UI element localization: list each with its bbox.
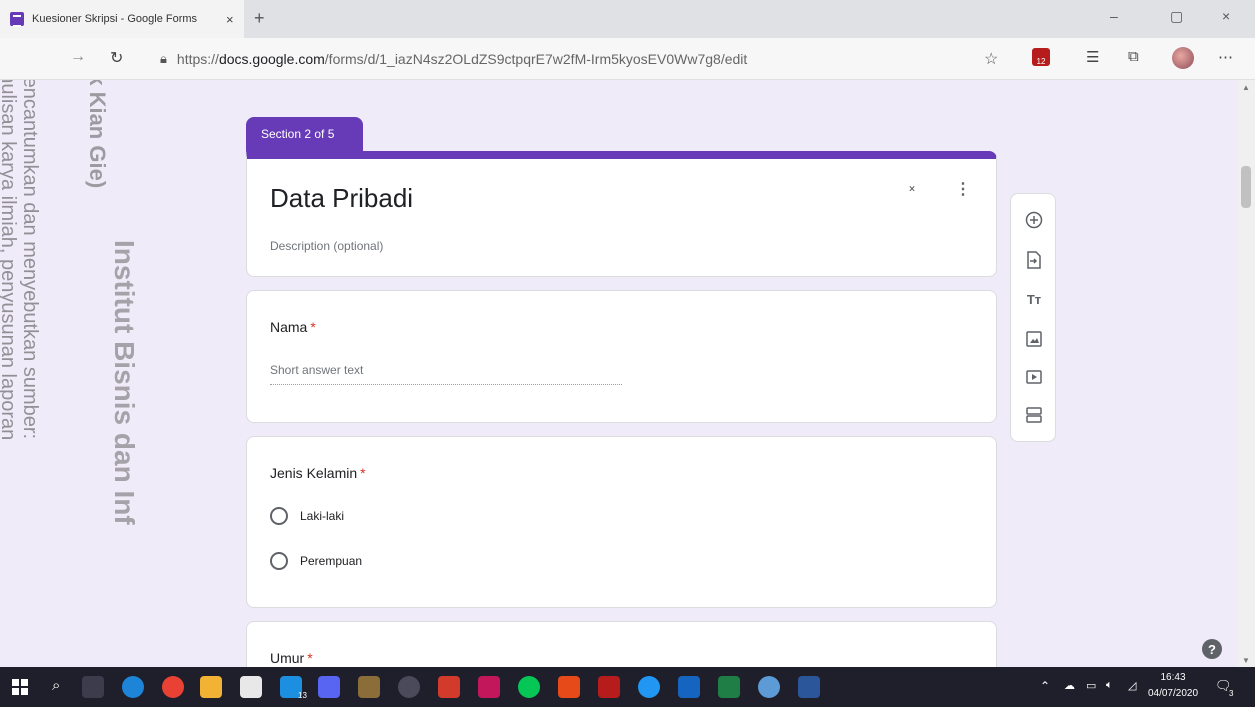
section-description[interactable]: Description (optional) [270, 239, 383, 253]
question-card-nama[interactable]: Nama * Short answer text [246, 290, 997, 423]
form-side-toolbar: Tт [1010, 193, 1056, 442]
question-card-jenis-kelamin[interactable]: Jenis Kelamin * Laki-laki Perempuan [246, 436, 997, 608]
url-text: https://docs.google.com/forms/d/1_iazN4s… [176, 51, 748, 67]
word-icon[interactable] [798, 676, 820, 698]
onedrive-icon[interactable]: ☁ [1064, 679, 1075, 692]
lock-icon: 🔒︎ [160, 51, 167, 66]
watermark-text: wik Kian Gie) [85, 80, 110, 189]
question-title: Jenis Kelamin * [270, 465, 366, 481]
question-title: Nama * [270, 319, 316, 335]
section-header-card[interactable]: Data Pribadi Description (optional) ⌄ ⌃ ⋮ [246, 151, 997, 277]
chrome-icon[interactable] [162, 676, 184, 698]
add-section-icon[interactable] [1022, 403, 1046, 427]
watermark-text: Institut Bisnis dan Inf [109, 240, 140, 525]
radio-button-icon[interactable] [270, 552, 288, 570]
google-forms-icon [10, 12, 24, 27]
watermark-text: mencantumkan dan menyebutkan sumber: [19, 80, 41, 440]
scroll-down-icon[interactable]: ▼ [1242, 656, 1250, 665]
favorite-star-icon[interactable]: ☆ [984, 49, 998, 69]
clock-time[interactable]: 16:43 [1150, 672, 1196, 683]
mail-badge: 13 [298, 691, 307, 700]
add-title-icon[interactable]: Tт [1022, 287, 1046, 311]
app-icon[interactable] [598, 676, 620, 698]
battery-icon[interactable]: ▭ [1086, 679, 1096, 692]
profile-avatar[interactable] [1172, 47, 1194, 69]
search-icon[interactable]: ⌕ [52, 677, 60, 694]
watermark: penulisan karya ilmiah, penyusunan lapor… [0, 80, 240, 667]
section-title[interactable]: Data Pribadi [270, 183, 413, 214]
scroll-up-icon[interactable]: ▲ [1242, 83, 1250, 92]
option-laki-laki[interactable]: Laki-laki [270, 507, 344, 525]
clock-date[interactable]: 04/07/2020 [1146, 688, 1200, 699]
minimize-button[interactable]: – [1110, 8, 1118, 24]
close-window-button[interactable]: × [1222, 8, 1230, 24]
app-icon[interactable] [438, 676, 460, 698]
volume-icon[interactable]: 🔈︎ [1106, 679, 1113, 692]
maximize-button[interactable]: ▢ [1170, 8, 1183, 25]
add-question-icon[interactable] [1022, 208, 1046, 232]
forward-icon[interactable]: → [70, 48, 86, 66]
task-view-icon[interactable] [82, 676, 104, 698]
wifi-icon[interactable]: ◿ [1128, 679, 1136, 692]
settings-more-icon[interactable]: ⋯ [1218, 48, 1233, 66]
windows-taskbar: ⌕ 13 ⌃ ☁ ▭ 🔈︎ ◿ 16:43 04/07/2020 🗨︎ 3 [0, 667, 1255, 707]
help-icon[interactable]: ? [1202, 639, 1222, 659]
scrollbar-thumb[interactable] [1241, 166, 1251, 208]
tray-expand-icon[interactable]: ⌃ [1040, 679, 1050, 693]
import-questions-icon[interactable] [1022, 248, 1046, 272]
question-title: Umur * [270, 650, 313, 666]
refresh-icon[interactable]: ↻ [110, 48, 123, 68]
collections-icon[interactable]: ⧉ [1128, 48, 1139, 65]
section-label: Section 2 of 5 [246, 117, 363, 151]
app-icon[interactable] [398, 676, 420, 698]
tab-title: Kuesioner Skripsi - Google Forms [32, 13, 198, 25]
short-answer-placeholder: Short answer text [270, 363, 622, 385]
tab-close-icon[interactable]: × [226, 12, 234, 27]
notification-count: 3 [1229, 689, 1234, 698]
add-image-icon[interactable] [1022, 327, 1046, 351]
radio-button-icon[interactable] [270, 507, 288, 525]
collapse-section-icon[interactable]: ⌄ ⌃ [907, 179, 917, 199]
watermark-text: penulisan karya ilmiah, penyusunan lapor… [0, 80, 19, 441]
page-content: penulisan karya ilmiah, penyusunan lapor… [0, 80, 1255, 681]
discord-icon[interactable] [318, 676, 340, 698]
file-explorer-icon[interactable] [200, 676, 222, 698]
excel-icon[interactable] [718, 676, 740, 698]
address-bar[interactable]: 🔒︎ https://docs.google.com/forms/d/1_iaz… [160, 44, 1010, 74]
add-video-icon[interactable] [1022, 365, 1046, 389]
option-perempuan[interactable]: Perempuan [270, 552, 362, 570]
app-icon[interactable] [358, 676, 380, 698]
favorites-icon[interactable]: ☰ [1086, 48, 1099, 66]
app-icon[interactable] [478, 676, 500, 698]
option-label: Perempuan [300, 554, 363, 568]
store-icon[interactable] [240, 676, 262, 698]
browser-tab-strip: Kuesioner Skripsi - Google Forms × + – ▢… [0, 0, 1255, 38]
more-options-icon[interactable]: ⋮ [955, 179, 971, 199]
steam-icon[interactable] [678, 676, 700, 698]
browser-toolbar: → ↻ 🔒︎ https://docs.google.com/forms/d/1… [0, 38, 1255, 80]
line-icon[interactable] [518, 676, 540, 698]
new-tab-button[interactable]: + [254, 8, 265, 29]
app-icon[interactable] [638, 676, 660, 698]
windows-start-icon[interactable] [12, 679, 28, 695]
app-icon[interactable] [758, 676, 780, 698]
option-label: Laki-laki [300, 509, 345, 523]
extension-icon[interactable]: 12 [1032, 48, 1050, 66]
browser-tab[interactable]: Kuesioner Skripsi - Google Forms × [0, 0, 244, 38]
edge-browser-icon[interactable] [122, 676, 144, 698]
office-icon[interactable] [558, 676, 580, 698]
